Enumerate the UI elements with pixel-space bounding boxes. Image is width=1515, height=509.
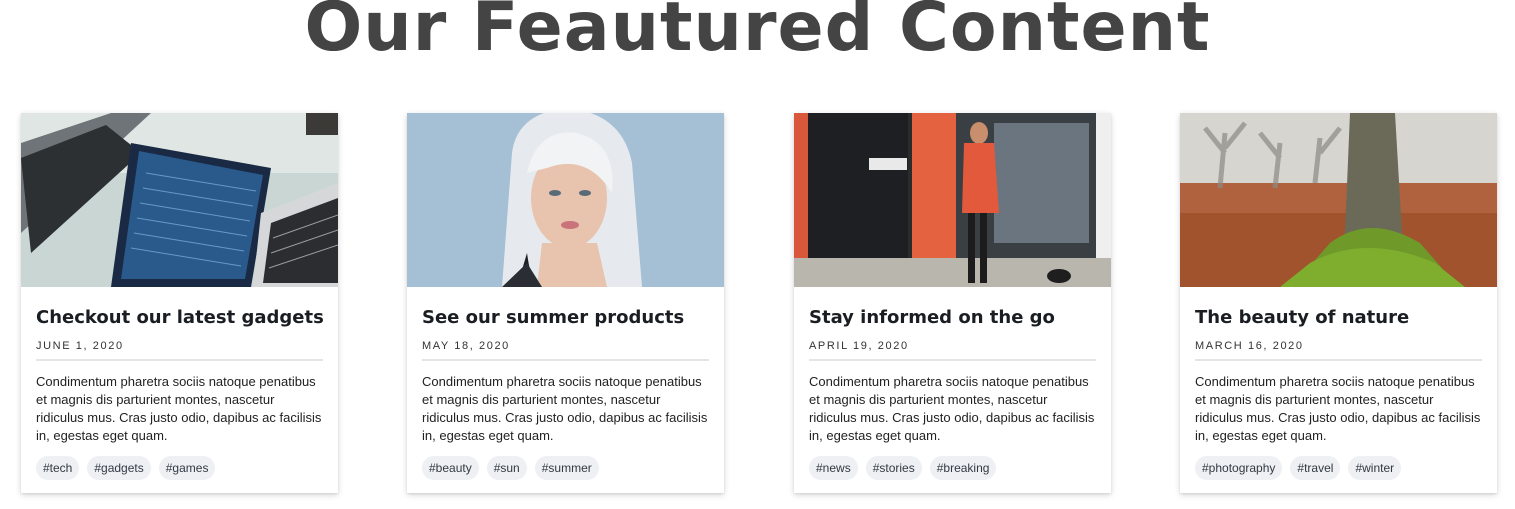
tag-list: #beauty #sun #summer (422, 456, 709, 480)
card-title[interactable]: The beauty of nature (1195, 306, 1482, 330)
tag-list: #photography #travel #winter (1195, 456, 1482, 480)
card-image-tree[interactable] (1180, 113, 1497, 287)
tag-travel[interactable]: #travel (1290, 456, 1341, 480)
card-text: Condimentum pharetra sociis natoque pena… (422, 374, 708, 443)
card-image-portrait[interactable] (407, 113, 724, 287)
card-gadgets[interactable]: Checkout our latest gadgets JUNE 1, 2020… (21, 113, 338, 493)
card-image-street[interactable] (794, 113, 1111, 287)
card-date: JUNE 1, 2020 (36, 339, 323, 361)
card-title[interactable]: Stay informed on the go (809, 306, 1096, 330)
card-title[interactable]: Checkout our latest gadgets (36, 306, 324, 330)
card-news[interactable]: Stay informed on the go APRIL 19, 2020 C… (794, 113, 1111, 493)
card-title[interactable]: See our summer products (422, 306, 709, 330)
tag-list: #tech #gadgets #games (36, 456, 323, 480)
card-date: APRIL 19, 2020 (809, 339, 1096, 361)
page-title: Our Feautured Content (304, 0, 1211, 67)
card-text: Condimentum pharetra sociis natoque pena… (1195, 374, 1481, 443)
card-nature[interactable]: The beauty of nature MARCH 16, 2020 Cond… (1180, 113, 1497, 493)
tag-games[interactable]: #games (158, 456, 216, 480)
tag-beauty[interactable]: #beauty (422, 456, 479, 480)
tag-summer[interactable]: #summer (534, 456, 599, 480)
card-date: MAY 18, 2020 (422, 339, 709, 361)
tag-tech[interactable]: #tech (36, 456, 80, 480)
card-date: MARCH 16, 2020 (1195, 339, 1482, 361)
tag-news[interactable]: #news (809, 456, 858, 480)
tag-stories[interactable]: #stories (865, 456, 922, 480)
card-text: Condimentum pharetra sociis natoque pena… (36, 374, 322, 443)
card-text: Condimentum pharetra sociis natoque pena… (809, 374, 1095, 443)
tag-sun[interactable]: #sun (486, 456, 527, 480)
card-summer[interactable]: See our summer products MAY 18, 2020 Con… (407, 113, 724, 493)
tag-photography[interactable]: #photography (1195, 456, 1283, 480)
tag-gadgets[interactable]: #gadgets (87, 456, 151, 480)
card-image-laptops[interactable] (21, 113, 338, 287)
tag-breaking[interactable]: #breaking (929, 456, 997, 480)
tag-winter[interactable]: #winter (1348, 456, 1402, 480)
tag-list: #news #stories #breaking (809, 456, 1096, 480)
